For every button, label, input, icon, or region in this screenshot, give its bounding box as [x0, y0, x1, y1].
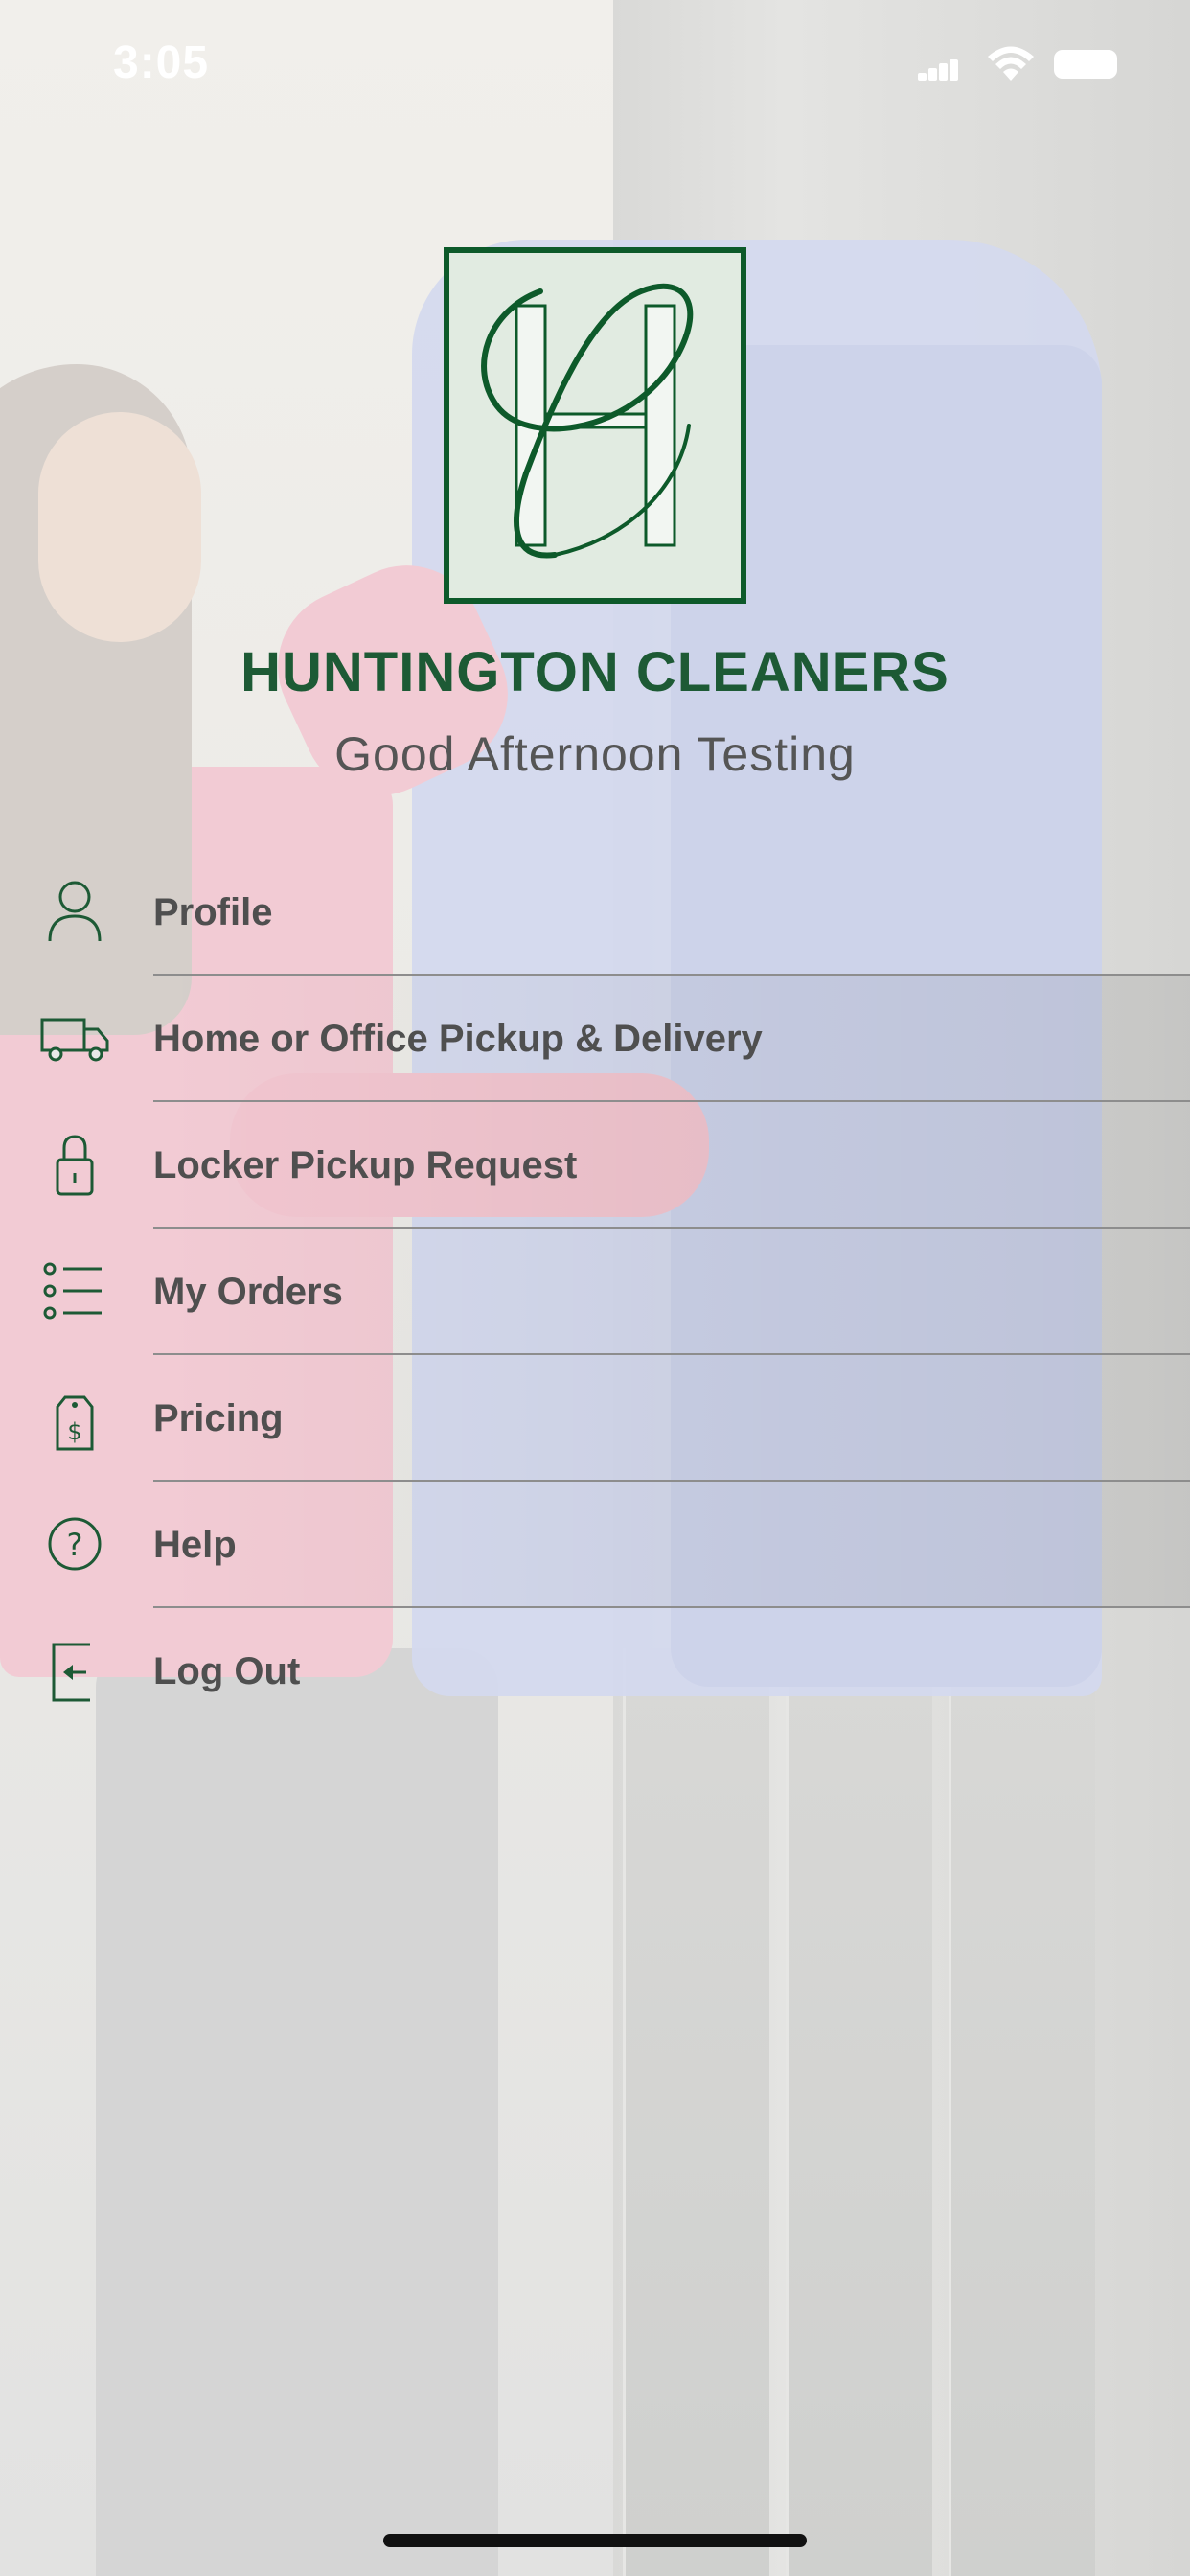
logout-icon: [52, 1643, 90, 1702]
menu-item-profile[interactable]: Profile: [0, 849, 1190, 976]
lock-icon: [56, 1135, 94, 1196]
menu-item-log-out[interactable]: Log Out: [0, 1608, 1190, 1735]
menu-item-my-orders[interactable]: My Orders: [0, 1229, 1190, 1355]
divider: [153, 1606, 1190, 1608]
menu-item-label: My Orders: [153, 1271, 343, 1313]
divider: [153, 1227, 1190, 1229]
battery-icon: [1054, 50, 1117, 79]
brand-name: HUNTINGTON CLEANERS: [240, 641, 950, 703]
greeting-text: Good Afternoon Testing: [334, 727, 856, 781]
menu-item-label: Pricing: [153, 1397, 284, 1439]
menu-item-label: Locker Pickup Request: [153, 1144, 578, 1186]
status-bar: 3:05: [0, 0, 1190, 126]
price-tag-icon: $: [56, 1395, 94, 1451]
status-time: 3:05: [113, 37, 210, 88]
brand-logo: [444, 247, 746, 604]
menu-item-label: Help: [153, 1524, 237, 1566]
menu-item-locker-pickup[interactable]: Locker Pickup Request: [0, 1102, 1190, 1229]
list-icon: [43, 1262, 102, 1320]
menu-item-label: Log Out: [153, 1650, 301, 1692]
cellular-signal-icon: [918, 59, 958, 80]
menu-item-pricing[interactable]: $ Pricing: [0, 1355, 1190, 1482]
menu-item-help[interactable]: ? Help: [0, 1482, 1190, 1608]
svg-text:$: $: [67, 1418, 81, 1445]
menu-item-label: Home or Office Pickup & Delivery: [153, 1018, 763, 1060]
wifi-icon: [988, 46, 1034, 80]
truck-icon: [40, 1018, 109, 1062]
divider: [153, 974, 1190, 976]
person-icon: [48, 881, 102, 942]
svg-text:?: ?: [67, 1527, 83, 1563]
menu-item-label: Profile: [153, 891, 273, 933]
menu-item-pickup-delivery[interactable]: Home or Office Pickup & Delivery: [0, 976, 1190, 1102]
home-indicator[interactable]: [383, 2534, 807, 2547]
divider: [153, 1100, 1190, 1102]
divider: [153, 1480, 1190, 1482]
side-menu: Profile Home or Office Pickup & Delivery…: [0, 849, 1190, 1735]
divider: [153, 1353, 1190, 1355]
help-icon: ?: [48, 1517, 102, 1571]
